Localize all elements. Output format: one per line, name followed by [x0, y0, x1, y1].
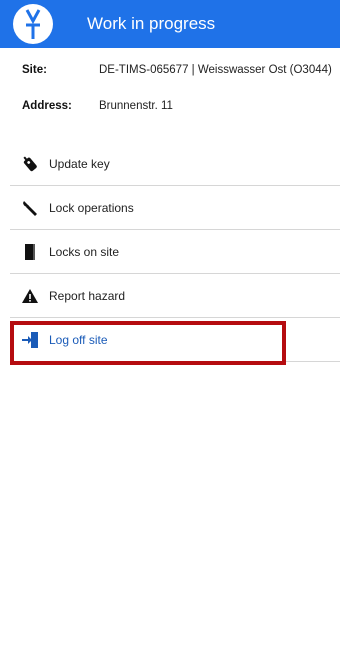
address-value: Brunnenstr. 11	[99, 100, 173, 112]
page-title: Work in progress	[87, 14, 216, 33]
address-row: Address: Brunnenstr. 11	[22, 100, 340, 136]
menu-item-lock-operations[interactable]: Lock operations	[10, 186, 340, 230]
menu-item-label: Update key	[49, 156, 110, 171]
menu-item-locks-on-site[interactable]: Locks on site	[10, 230, 340, 274]
menu-item-report-hazard[interactable]: Report hazard	[10, 274, 340, 318]
menu-item-update-key[interactable]: Update key	[10, 142, 340, 186]
door-icon	[21, 243, 39, 261]
site-label: Site:	[22, 64, 47, 76]
log-off-icon	[21, 331, 39, 349]
site-info: Site: DE-TIMS-065677 | Weisswasser Ost (…	[22, 64, 340, 136]
action-menu: Update key Lock operations Locks on site	[10, 142, 340, 362]
vt-logo-icon	[13, 4, 53, 44]
menu-item-label: Locks on site	[49, 244, 120, 259]
menu-item-label: Report hazard	[49, 288, 126, 303]
address-label: Address:	[22, 100, 72, 112]
menu-item-label: Log off site	[49, 332, 108, 347]
menu-item-log-off-site[interactable]: Log off site	[10, 318, 340, 362]
app-header: Work in progress	[0, 0, 340, 48]
menu-item-label: Lock operations	[49, 200, 134, 215]
site-value: DE-TIMS-065677 | Weisswasser Ost (O3044)	[99, 64, 332, 76]
site-row: Site: DE-TIMS-065677 | Weisswasser Ost (…	[22, 64, 340, 100]
key-fob-icon	[21, 155, 39, 173]
wrench-icon	[21, 199, 39, 217]
warning-icon	[21, 287, 39, 305]
